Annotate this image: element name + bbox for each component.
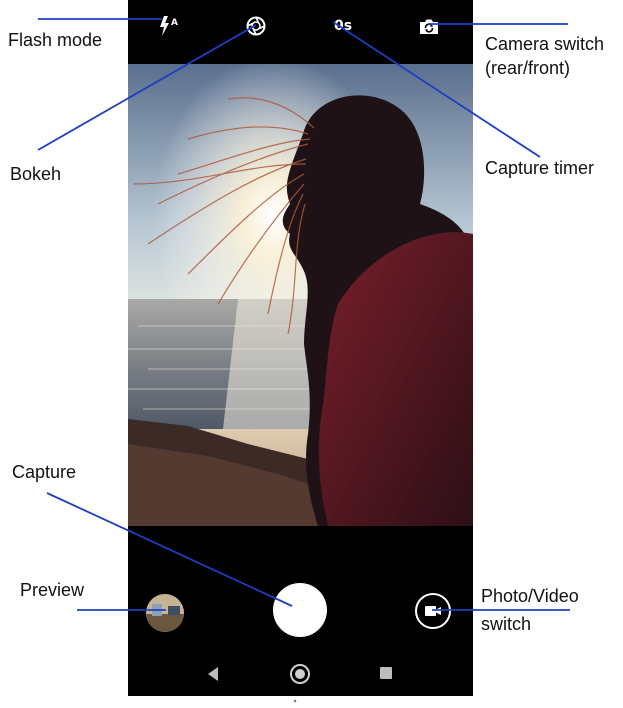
bokeh-icon [246, 16, 266, 36]
bokeh-button[interactable] [245, 15, 267, 37]
photo-video-annotation-line1: Photo/Video [481, 586, 579, 606]
preview-thumbnail-image [146, 594, 184, 632]
top-controls-bar: A 0s [128, 0, 473, 64]
page-indicator-dots [292, 690, 308, 703]
flash-auto-icon: A [160, 16, 178, 36]
photo-video-annotation-line2: switch [481, 614, 532, 634]
back-triangle-icon [208, 667, 218, 681]
camera-switch-icon [420, 19, 438, 34]
bottom-controls-bar [128, 526, 473, 703]
page-dots-icon [293, 699, 305, 703]
photo-video-switch-button[interactable] [415, 593, 451, 629]
flash-mode-annotation: Flash mode [8, 30, 103, 50]
svg-text:A: A [171, 18, 178, 28]
capture-annotation: Capture [12, 462, 77, 482]
viewfinder-scene [128, 64, 473, 526]
back-button[interactable] [206, 666, 220, 687]
home-circle-icon [290, 664, 310, 684]
capture-timer-label: 0s [333, 18, 353, 34]
system-navigation-bar [128, 662, 473, 703]
capture-button[interactable] [273, 583, 327, 637]
video-camera-icon [425, 606, 441, 616]
camera-switch-button[interactable] [418, 16, 440, 36]
home-button[interactable] [289, 663, 311, 690]
preview-annotation: Preview [20, 580, 85, 600]
flash-mode-button[interactable]: A [156, 14, 182, 38]
bokeh-annotation: Bokeh [10, 164, 62, 184]
last-photo-preview[interactable] [146, 594, 184, 632]
capture-timer-button[interactable]: 0s [330, 15, 356, 37]
camera-app-screen: A 0s [128, 0, 473, 703]
recents-square-icon [380, 667, 392, 679]
capture-timer-annotation: Capture timer [485, 158, 595, 178]
recents-button[interactable] [379, 666, 393, 685]
camera-viewfinder[interactable] [128, 64, 473, 526]
camera-switch-annotation-line1: Camera switch [485, 34, 605, 54]
camera-switch-annotation-line2: (rear/front) [485, 58, 571, 78]
